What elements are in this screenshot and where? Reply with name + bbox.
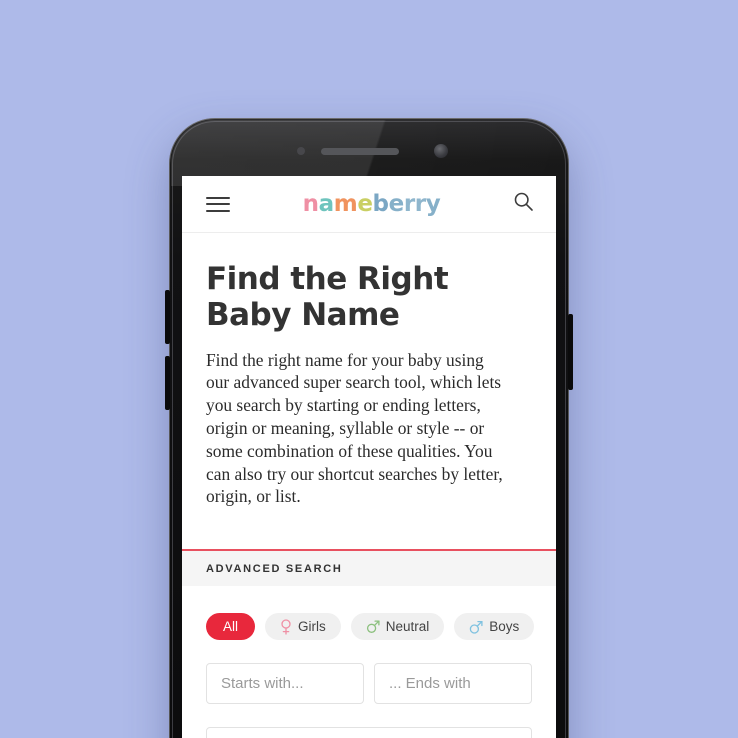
logo-letter-b: b (372, 190, 389, 217)
page-description: Find the right name for your baby using … (206, 349, 503, 507)
logo-letter-e2: e (388, 190, 405, 217)
search-icon[interactable] (513, 191, 534, 217)
hamburger-menu-icon[interactable] (206, 196, 230, 212)
hamburger-line (206, 203, 230, 205)
speaker-grille-icon (321, 148, 399, 155)
logo-letter-n: n (302, 190, 319, 217)
page-title: Find the Right Baby Name (206, 261, 449, 334)
venus-icon (280, 618, 292, 635)
gender-filter-girls-label: Girls (298, 619, 326, 635)
volume-up-button[interactable] (165, 290, 170, 344)
mars-icon (469, 619, 483, 635)
app-header: nameberry (182, 176, 556, 233)
proximity-sensor-icon (297, 147, 305, 155)
page-content: Find the Right Baby Name Find the right … (182, 261, 556, 738)
gender-filter-all[interactable]: All (206, 613, 256, 641)
logo-letter-r: r (403, 190, 415, 217)
contains-field-row (206, 727, 532, 738)
gender-filter-girls[interactable]: Girls (265, 613, 341, 641)
ends-with-input[interactable] (374, 663, 532, 705)
gender-filter-neutral[interactable]: Neutral (350, 613, 445, 641)
hamburger-line (206, 209, 230, 212)
logo-letter-y: y (425, 190, 441, 217)
power-button[interactable] (568, 314, 573, 390)
gender-filter-boys[interactable]: Boys (454, 613, 535, 641)
advanced-search-label: ADVANCED SEARCH (206, 562, 343, 575)
gender-filter-all-label: All (223, 619, 239, 635)
gender-filter-neutral-label: Neutral (385, 619, 430, 635)
logo-letter-m: m (333, 190, 358, 217)
nameberry-logo[interactable]: nameberry (302, 190, 441, 217)
front-camera-icon (434, 144, 448, 158)
logo-letter-a: a (318, 190, 335, 217)
logo-letter-e: e (357, 190, 373, 217)
venus-mars-icon (366, 619, 380, 635)
name-letters-field-row (206, 663, 532, 705)
phone-device: nameberry Find the Right Baby Name Find … (165, 118, 573, 738)
gender-filter-group: All Girls Neutral Boys (206, 613, 535, 641)
contains-input[interactable] (206, 727, 532, 738)
hamburger-line (206, 196, 230, 199)
volume-down-button[interactable] (165, 356, 170, 410)
phone-screen: nameberry Find the Right Baby Name Find … (182, 176, 556, 738)
advanced-search-section-header: ADVANCED SEARCH (182, 549, 556, 587)
gender-filter-boys-label: Boys (489, 619, 520, 635)
logo-letter-r2: r (414, 190, 426, 217)
starts-with-input[interactable] (206, 663, 364, 705)
